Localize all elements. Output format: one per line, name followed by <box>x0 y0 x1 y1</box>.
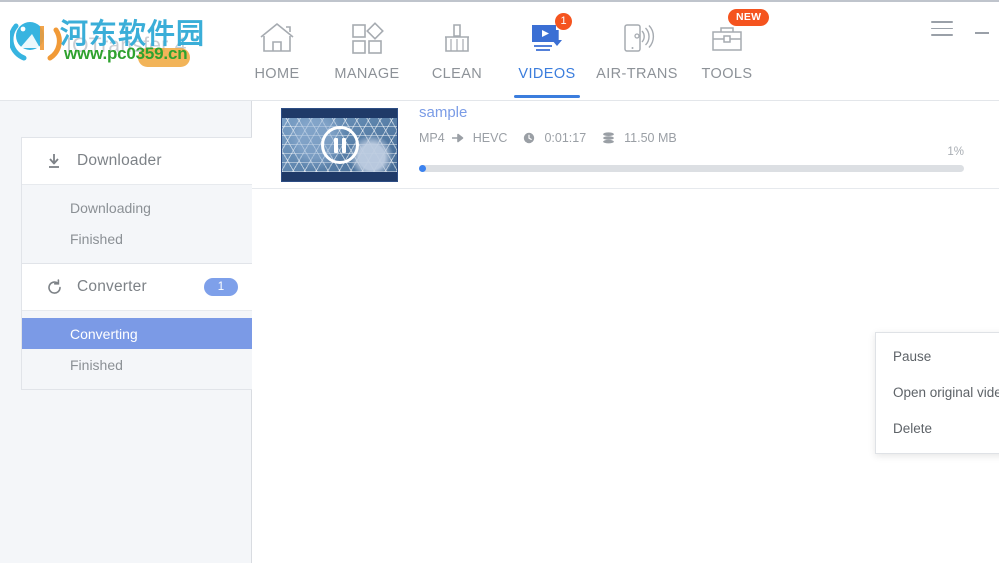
target-format: HEVC <box>472 131 508 145</box>
nav-item-tools[interactable]: TOOLS NEW <box>682 9 772 82</box>
app-header: IOTransfer 4 河东软件园 www.pc0359.cn HOME MA… <box>0 2 999 101</box>
video-download-icon <box>502 16 592 60</box>
nav-item-home[interactable]: HOME <box>232 16 322 82</box>
arrow-right-icon <box>451 133 464 143</box>
nav-label-home: HOME <box>254 66 300 82</box>
sidebar-group-converter[interactable]: Converter 1 <box>22 264 252 311</box>
video-metadata: MP4 HEVC 0:01:17 11.50 MB <box>419 131 677 145</box>
minimize-icon[interactable] <box>975 32 989 34</box>
video-thumbnail[interactable] <box>281 108 398 182</box>
progress-bar-track[interactable] <box>419 165 964 172</box>
nav-item-videos[interactable]: VIDEOS 1 <box>502 13 592 98</box>
sidebar-item-converting[interactable]: Converting <box>22 318 252 349</box>
progress-bar-fill <box>419 165 426 172</box>
app-body: Downloader Downloading Finished Converte… <box>0 101 999 563</box>
nav-item-manage[interactable]: MANAGE <box>322 16 412 82</box>
download-icon <box>44 153 64 169</box>
sidebar-item-downloading[interactable]: Downloading <box>22 192 252 223</box>
iotransfer-logo-icon <box>8 14 62 66</box>
videos-count-badge: 1 <box>555 13 572 30</box>
sidebar: Downloader Downloading Finished Converte… <box>0 101 252 563</box>
home-icon <box>232 16 322 60</box>
video-list-item[interactable]: sample MP4 HEVC 0:01:17 11.50 MB 1% <box>252 101 999 189</box>
refresh-icon <box>44 278 64 296</box>
sidebar-label-downloading: Downloading <box>70 199 151 216</box>
sidebar-card: Downloader Downloading Finished Converte… <box>21 137 252 390</box>
sidebar-group-title-converter: Converter <box>77 278 147 295</box>
pause-overlay-icon[interactable] <box>320 126 359 164</box>
manage-icon <box>322 16 412 60</box>
hamburger-menu-icon[interactable] <box>931 16 953 41</box>
sidebar-label-converting: Converting <box>70 325 138 342</box>
disk-stack-icon <box>602 132 615 144</box>
progress-percent-label: 1% <box>947 146 964 158</box>
nav-label-air-trans: AIR-TRANS <box>596 66 678 82</box>
sidebar-group-title-downloader: Downloader <box>77 152 162 169</box>
sidebar-label-downloader-finished: Finished <box>70 230 123 247</box>
video-size: 11.50 MB <box>624 131 677 145</box>
clock-icon <box>523 132 535 144</box>
sidebar-item-downloader-finished[interactable]: Finished <box>22 223 252 254</box>
sidebar-item-converter-finished[interactable]: Finished <box>22 349 252 380</box>
context-menu-item-pause[interactable]: Pause <box>876 339 999 375</box>
video-title[interactable]: sample <box>419 104 467 121</box>
broom-icon <box>412 16 502 60</box>
sidebar-label-converter-finished: Finished <box>70 356 123 373</box>
context-menu-item-delete[interactable]: Delete <box>876 411 999 447</box>
sidebar-group-downloader[interactable]: Downloader <box>22 138 252 185</box>
app-window: IOTransfer 4 河东软件园 www.pc0359.cn HOME MA… <box>0 0 999 563</box>
watermark-url: www.pc0359.cn <box>64 44 188 63</box>
nav-item-air-trans[interactable]: AIR-TRANS <box>592 16 682 82</box>
nav-label-clean: CLEAN <box>431 66 483 82</box>
phone-wifi-icon <box>592 16 682 60</box>
context-menu-item-open-location[interactable]: Open original video location <box>876 375 999 411</box>
app-logo: IOTransfer 4 河东软件园 www.pc0359.cn <box>4 8 234 70</box>
source-format: MP4 <box>419 131 445 145</box>
window-controls <box>931 16 999 41</box>
video-duration: 0:01:17 <box>544 131 587 145</box>
tools-new-badge: NEW <box>728 9 770 26</box>
active-tab-indicator <box>514 95 580 98</box>
nav-label-tools: TOOLS <box>701 66 753 82</box>
main-navigation: HOME MANAGE CLEAN VIDEOS 1 AIR-TRANS TOO… <box>232 9 772 98</box>
context-menu[interactable]: Pause Open original video location Delet… <box>875 332 999 454</box>
content-area: sample MP4 HEVC 0:01:17 11.50 MB 1% Paus… <box>252 101 999 563</box>
nav-label-videos: VIDEOS <box>518 66 576 82</box>
nav-label-manage: MANAGE <box>334 66 400 82</box>
sidebar-spacer-bottom <box>22 380 252 389</box>
nav-item-clean[interactable]: CLEAN <box>412 16 502 82</box>
converter-count-badge: 1 <box>204 278 238 296</box>
